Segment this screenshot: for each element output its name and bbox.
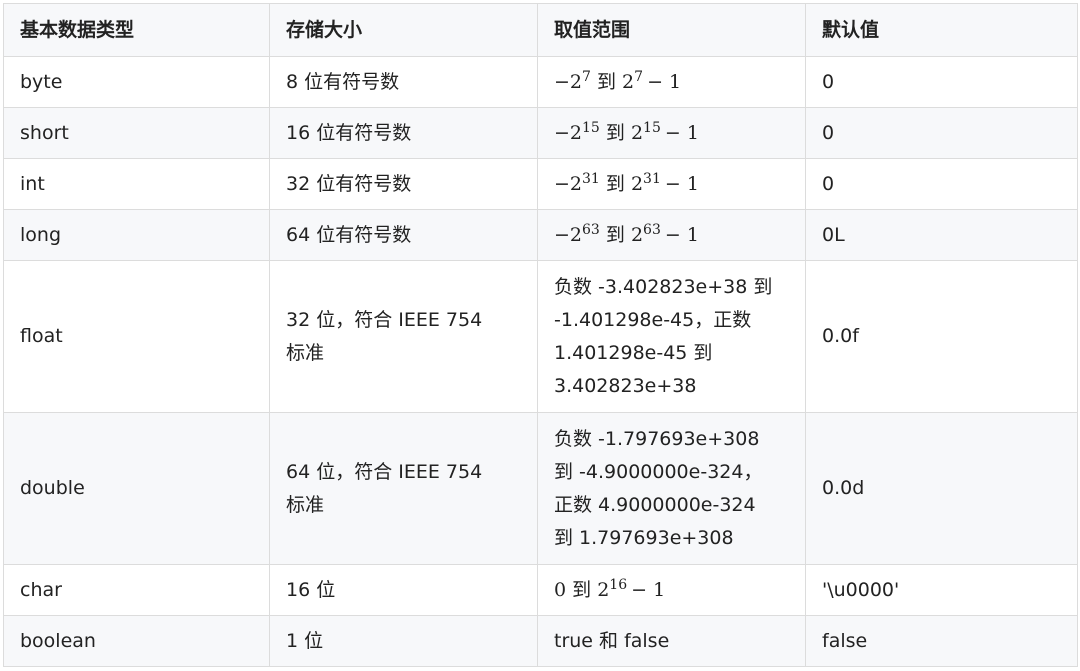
range-neg-base: −2 [554,223,583,246]
range-line: 负数 -3.402823e+38 到 [554,275,773,298]
range-tail: − 1 [631,578,666,601]
table-row: float 32 位，符合 IEEE 754 标准 负数 -3.402823e+3… [3,260,1078,413]
range-line: 正数 4.9000000e-324 [554,493,756,516]
range-start: 0 [554,578,567,601]
cell-default: 0.0f [805,260,1078,413]
cell-range: 负数 -3.402823e+38 到 -1.401298e-45，正数 1.4012… [537,260,806,413]
data-types-table: 基本数据类型 存储大小 取值范围 默认值 byte 8 位有符号数 −27 到 … [3,3,1078,667]
table-row: short 16 位有符号数 −215 到 215− 1 0 [3,107,1078,159]
range-sep: 到 [605,223,625,246]
range-pos-exp: 63 [643,221,661,238]
range-pos-base: 2 [630,121,644,144]
range-neg-exp: 31 [582,170,600,187]
cell-range: true 和 false [537,615,806,667]
size-line: 64 位，符合 IEEE 754 [286,460,483,483]
range-line: -1.401298e-45，正数 [554,308,752,331]
cell-default: 0 [805,56,1078,108]
range-sep: 到 [605,172,625,195]
range-neg-exp: 7 [582,68,591,85]
cell-type: char [3,564,270,616]
table-row: byte 8 位有符号数 −27 到 27− 1 0 [3,56,1078,108]
table-row: char 16 位 0 到 216− 1 '\u0000' [3,564,1078,616]
cell-type: float [3,260,270,413]
range-line: 1.401298e-45 到 [554,341,713,364]
cell-size: 1 位 [269,615,538,667]
range-neg-base: −2 [554,121,583,144]
range-line: 3.402823e+38 [554,374,697,397]
range-sep: 到 [605,121,625,144]
header-type: 基本数据类型 [3,3,270,57]
cell-default: false [805,615,1078,667]
table-row: int 32 位有符号数 −231 到 231− 1 0 [3,158,1078,210]
cell-default: 0 [805,107,1078,159]
size-line: 标准 [286,341,325,364]
range-tail: − 1 [664,172,699,195]
cell-default: '\u0000' [805,564,1078,616]
cell-range: −263 到 263− 1 [537,209,806,261]
range-tail: − 1 [647,70,682,93]
cell-size: 64 位，符合 IEEE 754 标准 [269,412,538,565]
range-pos-base: 2 [622,70,635,93]
range-sep: 到 [596,70,616,93]
cell-type: double [3,412,270,565]
range-pos-exp: 15 [643,119,661,136]
range-neg-base: −2 [554,172,583,195]
range-pos-base: 2 [630,223,644,246]
range-tail: − 1 [664,121,699,144]
range-sep: 到 [572,578,592,601]
cell-range: 0 到 216− 1 [537,564,806,616]
cell-type: short [3,107,270,159]
range-line: 到 -4.9000000e-324， [554,460,763,483]
range-line: 到 1.797693e+308 [554,526,734,549]
header-size: 存储大小 [269,3,538,57]
range-line: 负数 -1.797693e+308 [554,427,760,450]
range-neg-base: −2 [554,70,583,93]
cell-type: boolean [3,615,270,667]
range-pos-exp: 31 [643,170,661,187]
cell-size: 16 位 [269,564,538,616]
cell-type: long [3,209,270,261]
table-row: boolean 1 位 true 和 false false [3,615,1078,667]
table-header-row: 基本数据类型 存储大小 取值范围 默认值 [3,3,1078,57]
table-row: double 64 位，符合 IEEE 754 标准 负数 -1.797693e+… [3,412,1078,565]
cell-type: byte [3,56,270,108]
cell-size: 64 位有符号数 [269,209,538,261]
header-default: 默认值 [805,3,1078,57]
cell-size: 32 位，符合 IEEE 754 标准 [269,260,538,413]
cell-default: 0 [805,158,1078,210]
cell-range: −27 到 27− 1 [537,56,806,108]
size-line: 32 位，符合 IEEE 754 [286,308,483,331]
size-line: 标准 [286,493,325,516]
cell-size: 8 位有符号数 [269,56,538,108]
range-neg-exp: 63 [582,221,600,238]
range-pos-base: 2 [630,172,644,195]
cell-default: 0.0d [805,412,1078,565]
cell-default: 0L [805,209,1078,261]
table-row: long 64 位有符号数 −263 到 263− 1 0L [3,209,1078,261]
cell-range: −215 到 215− 1 [537,107,806,159]
cell-range: −231 到 231− 1 [537,158,806,210]
cell-range: 负数 -1.797693e+308 到 -4.9000000e-324， 正数 4.… [537,412,806,565]
range-pos-exp: 16 [609,576,628,593]
header-range: 取值范围 [537,3,806,57]
cell-size: 16 位有符号数 [269,107,538,159]
range-pos-base: 2 [597,578,610,601]
range-pos-exp: 7 [634,68,644,85]
cell-size: 32 位有符号数 [269,158,538,210]
range-neg-exp: 15 [582,119,600,136]
cell-type: int [3,158,270,210]
range-tail: − 1 [664,223,699,246]
